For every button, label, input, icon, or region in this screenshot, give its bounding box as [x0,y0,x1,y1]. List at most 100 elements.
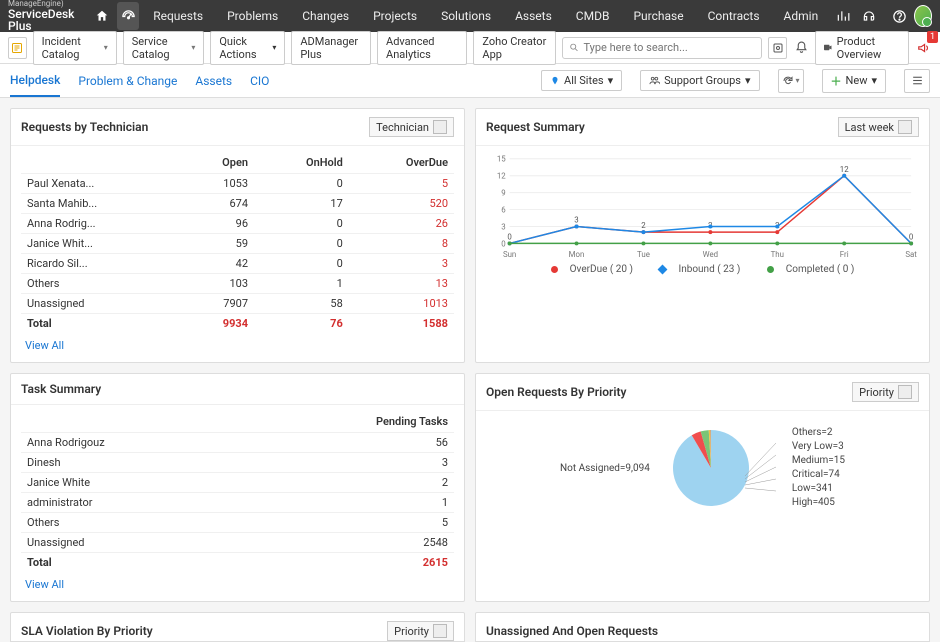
nav-requests[interactable]: Requests [143,0,213,32]
svg-text:Fri: Fri [840,250,849,259]
support-groups-button[interactable]: Support Groups▾ [640,70,759,91]
table-row[interactable]: Paul Xenata...105305 [21,174,454,194]
svg-text:2: 2 [641,221,646,230]
search-input[interactable] [583,41,755,54]
priority-selector[interactable]: Priority [387,621,454,641]
adv-analytics-button[interactable]: Advanced Analytics [377,31,467,65]
table-row[interactable]: Santa Mahib...67417520 [21,194,454,214]
col-overdue: OverDue [349,152,454,174]
card-title: SLA Violation By Priority [21,624,153,638]
col-pending: Pending Tasks [245,411,454,433]
service-catalog-button[interactable]: Service Catalog▾ [123,31,205,65]
quick-actions-button[interactable]: Quick Actions▾ [210,31,285,65]
nav-changes[interactable]: Changes [292,0,359,32]
admanager-label: ADManager Plus [300,35,362,61]
zoho-creator-button[interactable]: Zoho Creator App [473,31,556,65]
pie-na-label: Not Assigned=9,094 [560,463,650,474]
announcement-icon[interactable]: 1 [915,37,932,59]
user-avatar[interactable] [914,5,932,27]
zoho-creator-label: Zoho Creator App [482,35,547,61]
chart-icon[interactable] [832,2,854,30]
nav-problems[interactable]: Problems [217,0,288,32]
product-overview-label: Product Overview [837,35,901,61]
brand-logo: ManageEngine) ServiceDesk Plus [8,0,81,32]
tab-assets[interactable]: Assets [195,66,232,96]
table-row[interactable]: Anna Rodrig...96026 [21,214,454,234]
svg-text:Thu: Thu [771,250,784,259]
table-row[interactable]: Unassigned2548 [21,533,454,553]
task-table: Pending Tasks Anna Rodrigouz56Dinesh3Jan… [21,411,454,572]
incident-catalog-button[interactable]: Incident Catalog▾ [33,31,117,65]
svg-text:12: 12 [840,165,849,174]
new-label: New [846,74,868,87]
card-unassigned-open: Unassigned And Open Requests [475,612,930,642]
pin-icon [550,76,560,86]
menu-button[interactable] [904,69,930,93]
table-row[interactable]: Ricardo Sil...4203 [21,254,454,274]
table-row[interactable]: Unassigned7907581013 [21,294,454,314]
table-row[interactable]: Janice White2 [21,473,454,493]
chevron-down-icon [898,120,912,134]
table-row[interactable]: administrator1 [21,493,454,513]
priority-pie-chart [666,423,776,513]
timerange-selector[interactable]: Last week [838,117,919,137]
table-row[interactable]: Janice Whit...5908 [21,234,454,254]
svg-text:3: 3 [501,222,505,231]
svg-text:Sat: Sat [905,250,917,259]
priority-selector[interactable]: Priority [852,382,919,402]
new-button[interactable]: ＋ New▾ [822,69,886,93]
nav-projects[interactable]: Projects [363,0,427,32]
sub-nav: Helpdesk Problem & Change Assets CIO All… [0,64,940,98]
video-icon [824,43,832,52]
col-onhold: OnHold [254,152,349,174]
tab-problem-change[interactable]: Problem & Change [78,66,177,96]
headset-icon[interactable] [858,2,880,30]
bell-icon[interactable] [793,37,810,59]
svg-text:Mon: Mon [569,250,585,259]
dashboard-icon[interactable] [117,2,139,30]
home-icon[interactable] [91,2,113,30]
nav-solutions[interactable]: Solutions [431,0,501,32]
admanager-button[interactable]: ADManager Plus [291,31,371,65]
help-icon[interactable] [888,2,910,30]
card-title: Open Requests By Priority [486,385,626,399]
table-row[interactable]: Others5 [21,513,454,533]
table-row[interactable]: Others103113 [21,274,454,294]
svg-text:Wed: Wed [703,250,718,259]
table-row[interactable]: Anna Rodrigouz56 [21,433,454,453]
plus-icon: ＋ [831,73,842,89]
toolbar: Incident Catalog▾ Service Catalog▾ Quick… [0,32,940,64]
card-title: Unassigned And Open Requests [486,624,658,638]
menu-icon [911,74,924,87]
svg-text:Tue: Tue [637,250,650,259]
search-box[interactable] [562,37,762,59]
nav-purchase[interactable]: Purchase [623,0,693,32]
svg-text:0: 0 [909,232,913,241]
tab-helpdesk[interactable]: Helpdesk [10,65,60,97]
table-row[interactable]: Dinesh3 [21,453,454,473]
card-sla-violation: SLA Violation By Priority Priority [10,612,465,642]
scan-icon[interactable] [768,37,787,59]
nav-admin[interactable]: Admin [774,0,829,32]
view-all-link[interactable]: View All [21,572,68,591]
tab-cio[interactable]: CIO [250,66,269,96]
adv-analytics-label: Advanced Analytics [386,35,458,61]
svg-text:12: 12 [497,172,506,181]
technician-selector[interactable]: Technician [369,117,454,137]
chart-legend: OverDue ( 20 ) Inbound ( 23 ) Completed … [486,264,919,275]
svg-text:6: 6 [501,206,506,215]
refresh-button[interactable]: ▾ [778,69,804,93]
nav-cmdb[interactable]: CMDB [566,0,620,32]
brand-bottom: ServiceDesk Plus [8,8,81,32]
all-sites-button[interactable]: All Sites▾ [541,70,622,91]
request-summary-chart: 15129630SunMonTueWedThuFriSat03222120 [486,152,919,262]
catalog-icon[interactable] [8,37,27,59]
col-open: Open [181,152,255,174]
top-nav: ManageEngine) ServiceDesk Plus Requests … [0,0,940,32]
view-all-link[interactable]: View All [21,333,68,352]
nav-assets[interactable]: Assets [505,0,562,32]
chevron-down-icon [433,624,447,638]
svg-text:3: 3 [574,216,578,225]
nav-contracts[interactable]: Contracts [698,0,770,32]
product-overview-button[interactable]: Product Overview [815,31,909,65]
